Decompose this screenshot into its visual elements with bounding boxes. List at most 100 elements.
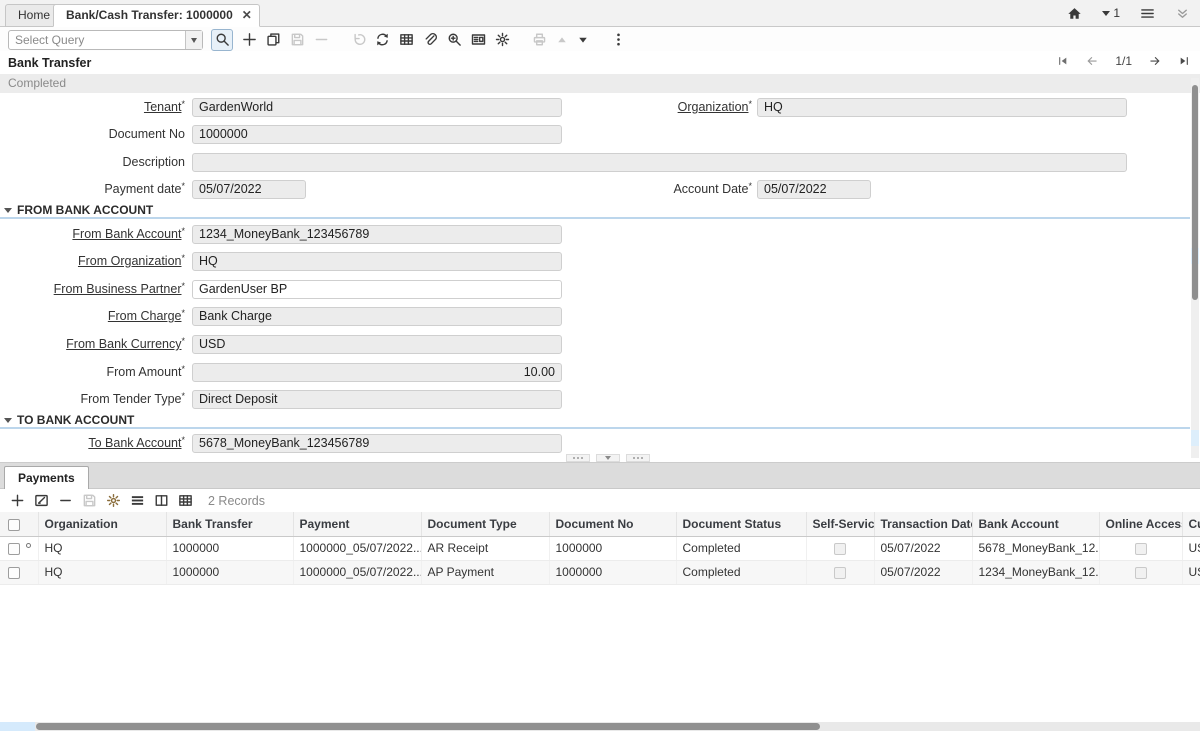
cell-bank-account[interactable]: 1234_MoneyBank_12... (972, 560, 1099, 584)
splitter-collapse-handle[interactable] (596, 454, 620, 462)
split-view-icon[interactable] (154, 493, 169, 508)
cell-organization[interactable]: HQ (38, 536, 166, 560)
self-service-checkbox[interactable] (834, 567, 846, 579)
col-transaction-date[interactable]: Transaction Date (874, 512, 972, 536)
cell-payment[interactable]: 1000000_05/07/2022... (293, 560, 421, 584)
cell-currency[interactable]: US (1182, 536, 1200, 560)
horizontal-scrollbar[interactable] (0, 722, 1200, 731)
attachment-button[interactable] (423, 32, 438, 47)
splitter-grip[interactable] (566, 454, 590, 462)
from-business-partner-field[interactable]: GardenUser BP (192, 280, 562, 299)
select-all-checkbox[interactable] (8, 519, 20, 531)
cell-document-no[interactable]: 1000000 (549, 536, 676, 560)
refresh-button[interactable] (375, 32, 390, 47)
window-count-dropdown[interactable]: 1 (1102, 6, 1120, 20)
tenant-field[interactable]: GardenWorld (192, 98, 562, 117)
home-icon[interactable] (1067, 6, 1082, 21)
cell-document-type[interactable]: AP Payment (421, 560, 549, 584)
cell-document-no[interactable]: 1000000 (549, 560, 676, 584)
section-to-bank-account[interactable]: TO BANK ACCOUNT (0, 413, 1190, 429)
cell-document-status[interactable]: Completed (676, 536, 806, 560)
from-tender-type-field[interactable]: Direct Deposit (192, 390, 562, 409)
delete-row-icon[interactable] (58, 493, 73, 508)
payment-date-field[interactable]: 05/07/2022 (192, 180, 306, 199)
print-button[interactable] (532, 32, 547, 47)
save-button[interactable] (290, 32, 305, 47)
table-row[interactable]: HQ 1000000 1000000_05/07/2022... AP Paym… (0, 560, 1200, 584)
zoom-across-button[interactable] (447, 32, 462, 47)
first-record-icon[interactable] (1057, 55, 1069, 67)
report-button[interactable] (471, 32, 486, 47)
from-amount-field[interactable]: 10.00 (192, 363, 562, 382)
to-bank-account-label[interactable]: To Bank Account* (0, 434, 185, 453)
col-bank-account[interactable]: Bank Account (972, 512, 1099, 536)
last-record-icon[interactable] (1178, 55, 1190, 67)
online-access-checkbox[interactable] (1135, 543, 1147, 555)
section-from-bank-account[interactable]: FROM BANK ACCOUNT (0, 203, 1190, 219)
toolbar-overflow-button[interactable] (577, 34, 589, 46)
splitter-grip[interactable] (626, 454, 650, 462)
table-row[interactable]: HQ 1000000 1000000_05/07/2022... AR Rece… (0, 536, 1200, 560)
menu-icon[interactable] (1140, 6, 1155, 21)
from-bank-currency-label[interactable]: From Bank Currency* (0, 335, 185, 354)
col-online-access[interactable]: Online Access (1099, 512, 1182, 536)
cell-organization[interactable]: HQ (38, 560, 166, 584)
collapse-button[interactable] (556, 34, 568, 46)
vertical-scrollbar-thumb[interactable] (1192, 85, 1198, 300)
select-all-header[interactable] (0, 512, 38, 536)
col-bank-transfer[interactable]: Bank Transfer (166, 512, 293, 536)
select-query-dropdown-button[interactable] (185, 31, 202, 49)
grid-toggle-button[interactable] (399, 32, 414, 47)
cell-payment[interactable]: 1000000_05/07/2022... (293, 536, 421, 560)
self-service-checkbox[interactable] (834, 543, 846, 555)
from-organization-field[interactable]: HQ (192, 252, 562, 271)
toggle-list-icon[interactable] (130, 493, 145, 508)
from-business-partner-label[interactable]: From Business Partner* (0, 280, 185, 299)
col-organization[interactable]: Organization (38, 512, 166, 536)
horizontal-scrollbar-thumb[interactable] (36, 723, 820, 730)
detail-process-gear-icon[interactable] (106, 493, 121, 508)
select-query-input[interactable] (9, 31, 185, 49)
from-organization-label[interactable]: From Organization* (0, 252, 185, 271)
col-self-service[interactable]: Self-Service (806, 512, 874, 536)
col-payment[interactable]: Payment (293, 512, 421, 536)
cell-transaction-date[interactable]: 05/07/2022 (874, 536, 972, 560)
grid-view-icon[interactable] (178, 493, 193, 508)
expand-all-icon[interactable] (1175, 6, 1190, 21)
from-bank-account-field[interactable]: 1234_MoneyBank_123456789 (192, 225, 562, 244)
from-bank-account-label[interactable]: From Bank Account* (0, 225, 185, 244)
more-options-button[interactable] (611, 32, 626, 47)
close-tab-icon[interactable]: ✕ (242, 8, 252, 22)
copy-record-button[interactable] (266, 32, 281, 47)
organization-label[interactable]: Organization* (560, 98, 752, 117)
description-field[interactable] (192, 153, 1127, 172)
edit-row-icon[interactable] (34, 493, 49, 508)
online-access-checkbox[interactable] (1135, 567, 1147, 579)
from-charge-field[interactable]: Bank Charge (192, 307, 562, 326)
organization-field[interactable]: HQ (757, 98, 1127, 117)
from-charge-label[interactable]: From Charge* (0, 307, 185, 326)
cell-document-type[interactable]: AR Receipt (421, 536, 549, 560)
col-document-type[interactable]: Document Type (421, 512, 549, 536)
row-checkbox[interactable] (8, 543, 20, 555)
account-date-field[interactable]: 05/07/2022 (757, 180, 871, 199)
cell-document-status[interactable]: Completed (676, 560, 806, 584)
col-currency[interactable]: Cu (1182, 512, 1200, 536)
previous-record-icon[interactable] (1086, 55, 1098, 67)
document-no-field[interactable]: 1000000 (192, 125, 562, 144)
to-bank-account-field[interactable]: 5678_MoneyBank_123456789 (192, 434, 562, 453)
cell-bank-transfer[interactable]: 1000000 (166, 536, 293, 560)
cell-bank-account[interactable]: 5678_MoneyBank_12... (972, 536, 1099, 560)
save-row-icon[interactable] (82, 493, 97, 508)
tab-payments[interactable]: Payments (4, 466, 89, 490)
row-checkbox[interactable] (8, 567, 20, 579)
new-record-button[interactable] (242, 32, 257, 47)
tab-bank-cash-transfer[interactable]: Bank/Cash Transfer: 1000000 ✕ (53, 4, 260, 27)
from-bank-currency-field[interactable]: USD (192, 335, 562, 354)
next-record-icon[interactable] (1149, 55, 1161, 67)
delete-button[interactable] (314, 32, 329, 47)
new-row-icon[interactable] (10, 493, 25, 508)
find-button[interactable] (211, 29, 233, 51)
undo-button[interactable] (351, 32, 366, 47)
cell-currency[interactable]: US (1182, 560, 1200, 584)
